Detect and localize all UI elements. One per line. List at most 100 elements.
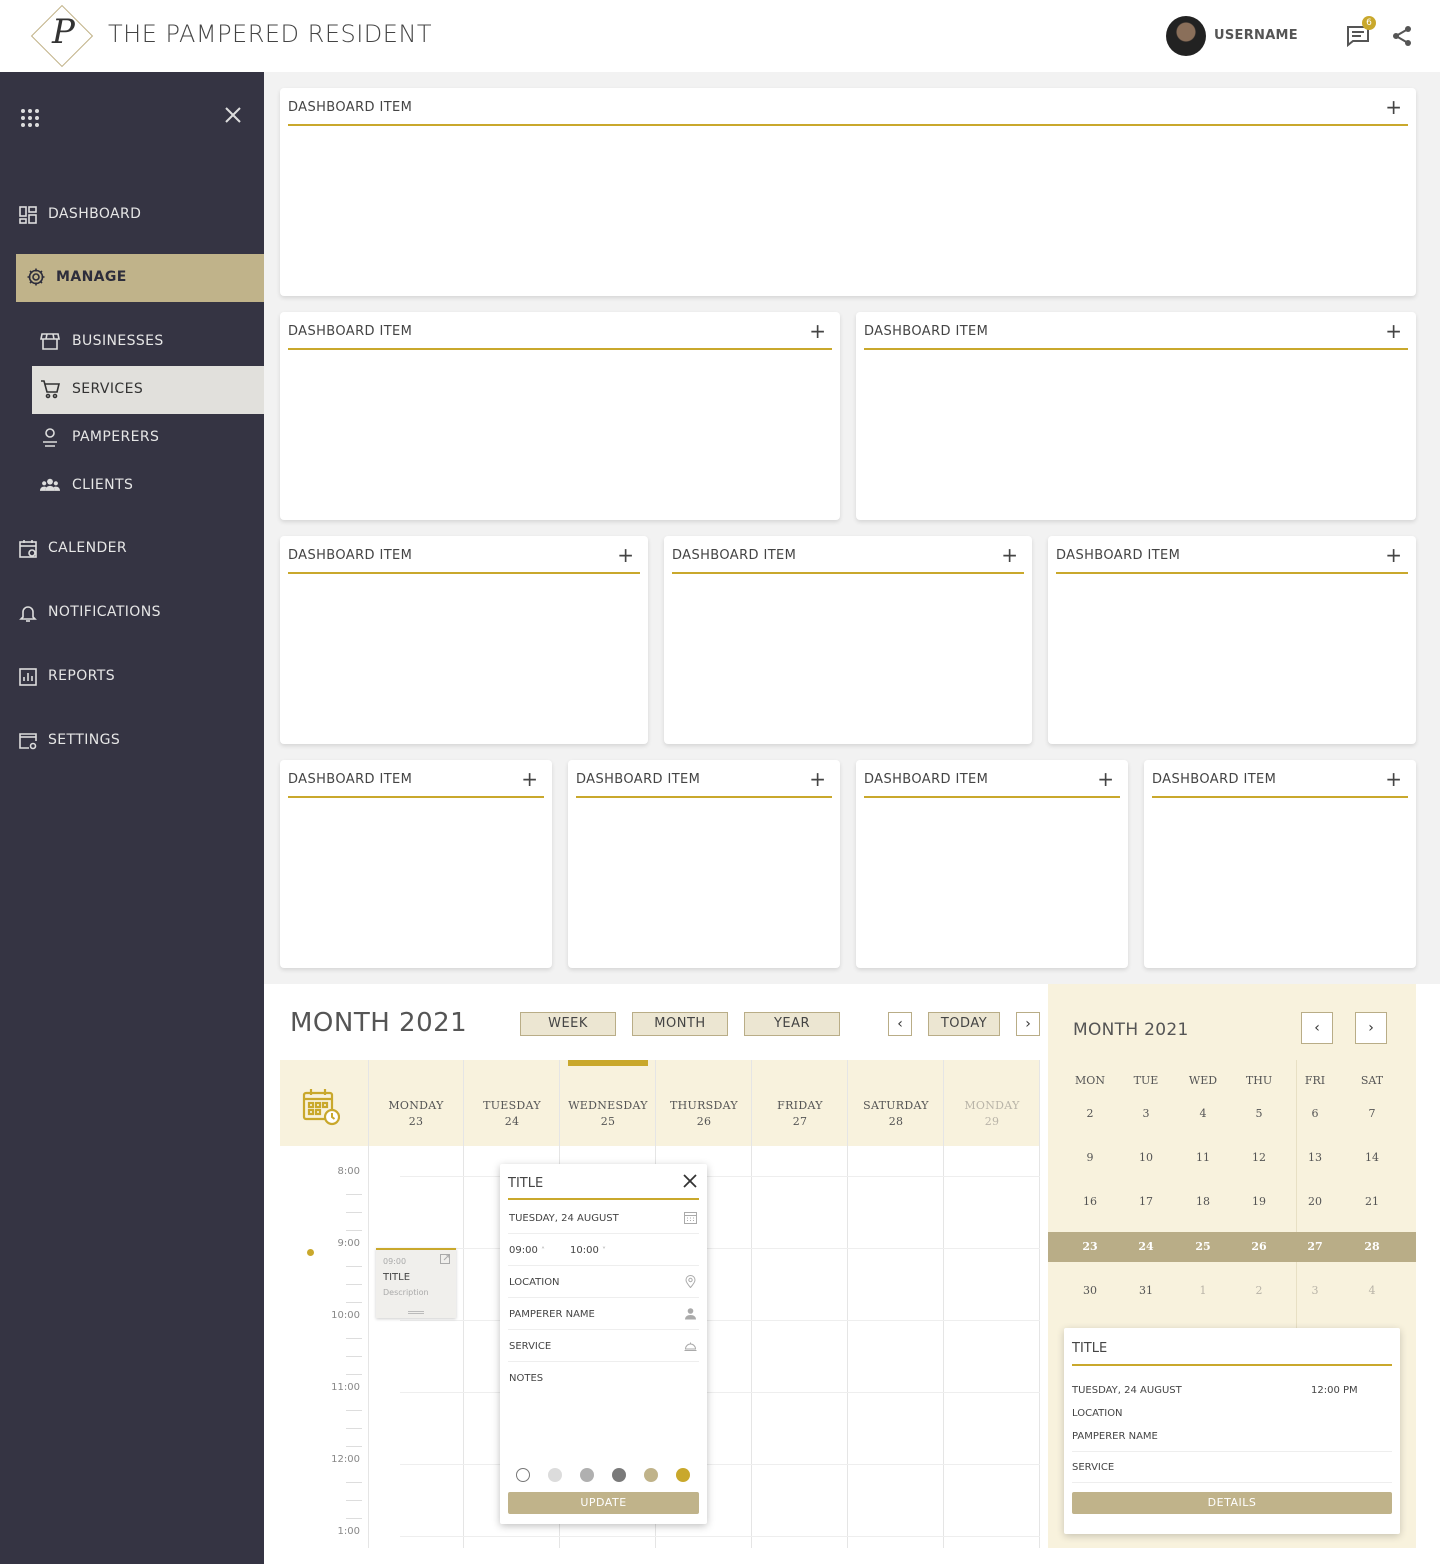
card-divider [672,572,1024,574]
mini-calendar-day[interactable]: 17 [1121,1195,1171,1208]
day-date: 28 [888,1115,904,1128]
mini-calendar-day[interactable]: 1 [1178,1284,1228,1297]
grid-line [400,1248,1040,1249]
prev-week-button[interactable]: ‹ [888,1012,912,1036]
mini-calendar-day[interactable]: 11 [1178,1151,1228,1164]
mini-calendar-day[interactable]: 4 [1178,1107,1228,1120]
add-icon[interactable]: + [809,321,826,341]
mini-calendar-day[interactable]: 18 [1178,1195,1228,1208]
color-swatch-gray[interactable] [580,1468,594,1482]
mini-calendar-day[interactable]: 6 [1290,1107,1340,1120]
day-header[interactable]: THURSDAY 26 [656,1060,752,1146]
resize-handle[interactable] [408,1311,424,1314]
service-field[interactable]: SERVICE [508,1330,699,1362]
add-icon[interactable]: + [1385,321,1402,341]
next-week-button[interactable]: › [1016,1012,1040,1036]
view-week-button[interactable]: WEEK [520,1012,616,1036]
mini-calendar-day[interactable]: 31 [1121,1284,1171,1297]
mini-calendar-day[interactable]: 16 [1065,1195,1115,1208]
location-field[interactable]: LOCATION [508,1266,699,1298]
add-icon[interactable]: + [1385,97,1402,117]
today-button[interactable]: TODAY [928,1012,1000,1036]
event-edit-popup: TITLE TUESDAY, 24 AUGUST 09:00 ˄ 10:00 ˅… [500,1164,707,1524]
mini-calendar-day[interactable]: 2 [1234,1284,1284,1297]
day-header[interactable]: FRIDAY 27 [752,1060,848,1146]
mini-calendar-day[interactable]: 23 [1065,1240,1115,1253]
mini-calendar-day[interactable]: 26 [1234,1240,1284,1253]
mini-calendar-day[interactable]: 9 [1065,1151,1115,1164]
sidebar-item-reports[interactable]: REPORTS [0,654,264,700]
day-header[interactable]: WEDNESDAY 25 [560,1060,656,1146]
mini-calendar-day[interactable]: 27 [1290,1240,1340,1253]
mini-calendar-day[interactable]: 5 [1234,1107,1284,1120]
open-external-icon[interactable] [440,1254,450,1264]
sidebar-item-pamperers[interactable]: PAMPERERS [32,414,264,460]
share-icon[interactable] [1390,24,1414,48]
mini-calendar-day[interactable]: 21 [1347,1195,1397,1208]
close-icon[interactable] [683,1174,697,1188]
apps-grid-icon[interactable] [20,108,40,128]
mini-next-button[interactable]: › [1355,1012,1387,1044]
date-field[interactable]: TUESDAY, 24 AUGUST [508,1202,699,1234]
close-icon[interactable] [224,106,242,124]
color-swatch-light-gray[interactable] [548,1468,562,1482]
mini-calendar-day[interactable]: 25 [1178,1240,1228,1253]
add-icon[interactable]: + [1385,769,1402,789]
popup-title[interactable]: TITLE [508,1176,543,1191]
color-swatch-tan[interactable] [644,1468,658,1482]
day-header[interactable]: MONDAY 23 [368,1060,464,1146]
username[interactable]: USERNAME [1214,28,1298,43]
mini-calendar-day[interactable]: 19 [1234,1195,1284,1208]
mini-calendar-day[interactable]: 2 [1065,1107,1115,1120]
view-year-button[interactable]: YEAR [744,1012,840,1036]
sidebar-item-dashboard[interactable]: DASHBOARD [0,192,264,238]
add-icon[interactable]: + [521,769,538,789]
details-button[interactable]: DETAILS [1072,1492,1392,1514]
mini-calendar-day[interactable]: 20 [1290,1195,1340,1208]
sidebar-item-calender[interactable]: CALENDER [0,526,264,572]
mini-calendar-day[interactable]: 13 [1290,1151,1340,1164]
avatar[interactable] [1166,16,1206,56]
add-icon[interactable]: + [617,545,634,565]
mini-calendar-day[interactable]: 14 [1347,1151,1397,1164]
mini-calendar-day[interactable]: 7 [1347,1107,1397,1120]
mini-calendar-day[interactable]: 10 [1121,1151,1171,1164]
mini-calendar-day[interactable]: 3 [1121,1107,1171,1120]
notes-field[interactable]: NOTES [508,1362,699,1442]
add-icon[interactable]: + [1385,545,1402,565]
sidebar-item-label: NOTIFICATIONS [48,604,161,620]
mini-calendar-day[interactable]: 3 [1290,1284,1340,1297]
day-header[interactable]: TUESDAY 24 [464,1060,560,1146]
view-month-button[interactable]: MONTH [632,1012,728,1036]
mini-prev-button[interactable]: ‹ [1301,1012,1333,1044]
card-divider [864,348,1408,350]
sidebar-item-settings[interactable]: SETTINGS [0,718,264,764]
sidebar-item-label: CLIENTS [72,477,134,493]
color-swatch-gold[interactable] [676,1468,690,1482]
mini-calendar-day[interactable]: 30 [1065,1284,1115,1297]
calendar-event[interactable]: 09:00 TITLE Description [376,1248,456,1318]
sidebar-item-notifications[interactable]: NOTIFICATIONS [0,590,264,636]
color-swatch-dark-gray[interactable] [612,1468,626,1482]
divider [1072,1482,1392,1483]
day-header[interactable]: SATURDAY 28 [848,1060,944,1146]
update-button[interactable]: UPDATE [508,1492,699,1514]
sidebar-item-businesses[interactable]: BUSINESSES [32,318,264,364]
sidebar-item-services[interactable]: SERVICES [32,366,264,414]
add-icon[interactable]: + [809,769,826,789]
add-icon[interactable]: + [1001,545,1018,565]
calendar-icon[interactable] [684,1211,697,1224]
end-time[interactable]: 10:00 ˅ [570,1245,606,1256]
color-swatch-white[interactable] [516,1468,530,1482]
time-tick [346,1338,362,1339]
mini-calendar-day[interactable]: 28 [1347,1240,1397,1253]
day-header[interactable]: MONDAY 29 [944,1060,1040,1146]
start-time[interactable]: 09:00 ˄ [509,1245,545,1256]
mini-calendar-day[interactable]: 12 [1234,1151,1284,1164]
sidebar-item-clients[interactable]: CLIENTS [32,462,264,508]
add-icon[interactable]: + [1097,769,1114,789]
sidebar-item-manage[interactable]: MANAGE [16,254,264,302]
pamperer-field[interactable]: PAMPERER NAME [508,1298,699,1330]
mini-calendar-day[interactable]: 4 [1347,1284,1397,1297]
mini-calendar-day[interactable]: 24 [1121,1240,1171,1253]
